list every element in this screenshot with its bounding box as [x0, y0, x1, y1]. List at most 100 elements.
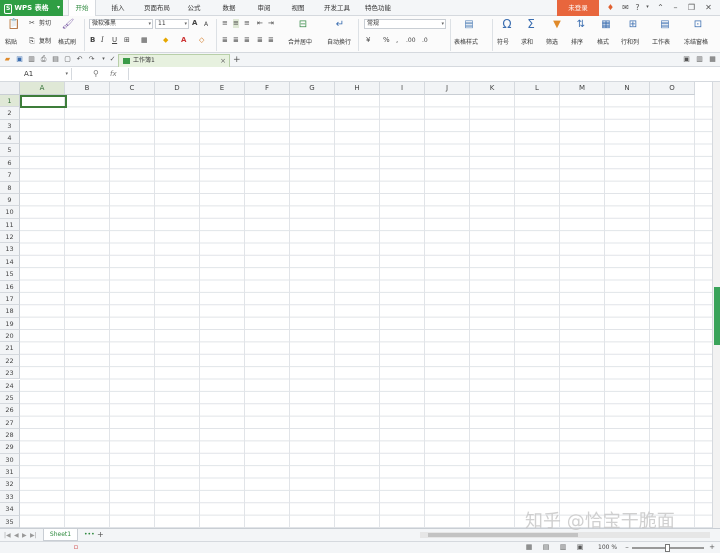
column-header-m[interactable]: M	[560, 82, 605, 95]
zoom-in-icon[interactable]: +	[707, 543, 717, 552]
column-header-d[interactable]: D	[155, 82, 200, 95]
fill-color-icon[interactable]: ◆	[163, 36, 168, 45]
italic-button[interactable]: I	[101, 36, 104, 45]
freeze-button[interactable]: 冻结窗格	[684, 38, 708, 47]
close-tab-icon[interactable]: ×	[220, 55, 226, 67]
indent-increase-icon[interactable]: ⇥	[268, 19, 274, 28]
wrap-text-icon[interactable]: ↵	[333, 19, 347, 31]
justify-icon[interactable]: ≣	[257, 36, 263, 45]
font-color-icon[interactable]: A	[181, 36, 186, 45]
row-header-35[interactable]: 35	[0, 515, 20, 528]
tab-developer[interactable]: 开发工具	[318, 0, 356, 16]
row-header-7[interactable]: 7	[0, 169, 20, 182]
zoom-out-icon[interactable]: –	[622, 543, 632, 552]
row-header-33[interactable]: 33	[0, 490, 20, 504]
zoom-formula-icon[interactable]: ⚲	[93, 68, 99, 80]
row-header-27[interactable]: 27	[0, 416, 20, 429]
more-icon[interactable]: ▦	[708, 55, 717, 64]
symbol-icon[interactable]: Ω	[500, 18, 514, 30]
row-header-25[interactable]: 25	[0, 391, 20, 405]
bold-button[interactable]: B	[90, 36, 95, 45]
sort-icon[interactable]: ⇅	[574, 19, 588, 31]
percent-button[interactable]: %	[383, 36, 390, 45]
row-header-30[interactable]: 30	[0, 453, 20, 467]
merge-center-button[interactable]: 合并居中	[288, 38, 312, 47]
open-icon[interactable]: ▰	[3, 55, 12, 64]
row-col-button[interactable]: 行和列	[621, 38, 639, 47]
row-header-1[interactable]: 1	[0, 95, 20, 108]
login-button[interactable]: 未登录	[557, 0, 599, 16]
row-header-20[interactable]: 20	[0, 330, 20, 343]
paste-button[interactable]: 粘贴	[5, 38, 17, 47]
filter-button[interactable]: 筛选	[546, 38, 558, 47]
row-header-13[interactable]: 13	[0, 243, 20, 256]
copy-icon[interactable]: ⎘	[29, 37, 35, 46]
cut-icon[interactable]: ✂	[29, 19, 35, 28]
cell-style-icon[interactable]: ▦	[141, 36, 148, 45]
row-header-8[interactable]: 8	[0, 181, 20, 194]
save-icon[interactable]: ▣	[15, 55, 24, 64]
add-sheet-button[interactable]: +	[97, 529, 104, 541]
macro-icon[interactable]: ▫	[71, 543, 81, 552]
collapse-ribbon-icon[interactable]: ⌃	[655, 2, 666, 13]
layout-icon[interactable]: ▣	[682, 55, 691, 64]
row-header-15[interactable]: 15	[0, 268, 20, 281]
clear-format-icon[interactable]: ◇	[199, 36, 204, 45]
tab-page-layout[interactable]: 页面布局	[138, 0, 176, 16]
new-tab-button[interactable]: +	[233, 53, 241, 67]
row-header-18[interactable]: 18	[0, 305, 20, 318]
format-painter-button[interactable]: 格式刷	[58, 38, 76, 47]
row-header-24[interactable]: 24	[0, 379, 20, 392]
undo-icon[interactable]: ↶	[75, 55, 84, 64]
help-dropdown-icon[interactable]: ▾	[642, 2, 653, 13]
horizontal-scroll-thumb[interactable]	[428, 533, 578, 537]
column-header-f[interactable]: F	[245, 82, 290, 95]
zoom-slider-knob[interactable]	[665, 544, 670, 552]
cell-grid[interactable]	[20, 95, 712, 528]
symbol-button[interactable]: 符号	[497, 38, 509, 47]
merge-center-icon[interactable]: ⊟	[296, 19, 310, 31]
row-header-4[interactable]: 4	[0, 132, 20, 145]
row-header-14[interactable]: 14	[0, 255, 20, 269]
vertical-scroll-thumb[interactable]	[714, 287, 720, 345]
insert-function-button[interactable]: fx	[110, 68, 117, 80]
row-header-28[interactable]: 28	[0, 428, 20, 442]
column-header-g[interactable]: G	[290, 82, 335, 95]
skin-icon[interactable]: ♦	[605, 2, 616, 13]
worksheet-icon[interactable]: ▤	[658, 19, 672, 31]
row-header-16[interactable]: 16	[0, 280, 20, 293]
column-header-n[interactable]: N	[605, 82, 650, 95]
sort-button[interactable]: 排序	[571, 38, 583, 47]
export-pdf-icon[interactable]: ▥	[27, 55, 36, 64]
row-header-11[interactable]: 11	[0, 218, 20, 232]
shrink-font-icon[interactable]: A	[204, 20, 208, 29]
currency-icon[interactable]: ¥	[366, 36, 370, 45]
page-break-view-icon[interactable]: ▥	[558, 543, 568, 552]
active-cell[interactable]	[20, 95, 67, 108]
tab-view[interactable]: 视图	[284, 0, 312, 16]
row-header-2[interactable]: 2	[0, 107, 20, 120]
name-box[interactable]: A1 ▾	[0, 68, 72, 80]
font-size-select[interactable]: 11 ▾	[155, 19, 189, 29]
tab-start[interactable]: 开始	[68, 0, 96, 17]
distribute-icon[interactable]: ≣	[268, 36, 274, 45]
row-header-17[interactable]: 17	[0, 292, 20, 306]
align-center-icon[interactable]: ≣	[233, 36, 239, 45]
align-top-icon[interactable]: ≡	[222, 19, 228, 28]
row-header-3[interactable]: 3	[0, 119, 20, 133]
number-format-select[interactable]: 常规 ▾	[364, 19, 446, 29]
restore-icon[interactable]: ❐	[686, 2, 697, 13]
freeze-icon[interactable]: ⊡	[691, 19, 705, 31]
tab-formulas[interactable]: 公式	[180, 0, 208, 16]
app-menu-button[interactable]: S WPS 表格 ▾	[0, 0, 63, 16]
align-right-icon[interactable]: ≣	[244, 36, 250, 45]
normal-view-icon[interactable]: ▦	[524, 543, 534, 552]
tab-review[interactable]: 审阅	[250, 0, 278, 16]
next-sheet-icon[interactable]: ▶	[22, 531, 27, 540]
row-header-29[interactable]: 29	[0, 441, 20, 454]
tab-insert[interactable]: 插入	[104, 0, 132, 16]
row-header-21[interactable]: 21	[0, 342, 20, 355]
column-header-b[interactable]: B	[65, 82, 110, 95]
filter-icon[interactable]: ▼	[550, 19, 564, 31]
back-icon[interactable]: ✓	[108, 55, 117, 64]
